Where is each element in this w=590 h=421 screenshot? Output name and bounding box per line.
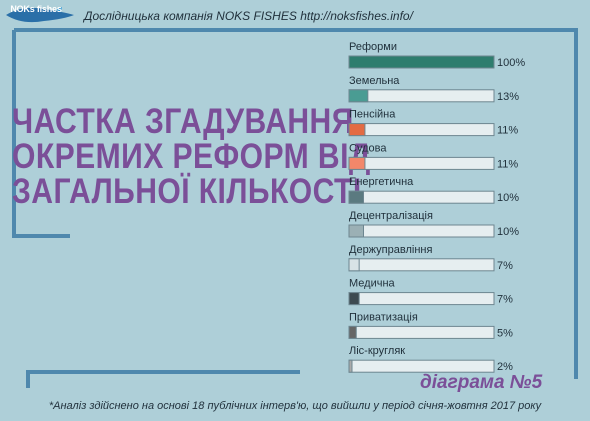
category-label: Пенсійна [349,109,396,121]
value-label: 13% [497,91,519,103]
bar [348,359,353,373]
value-label: 11% [497,158,518,170]
footnote: *Аналіз здійснено на основі 18 публічних… [48,400,542,412]
bar-track [348,89,495,103]
bar-track [348,292,495,306]
category-label: Енергетична [349,176,414,188]
category-label: Реформи [349,41,397,53]
category-label: Земельна [349,75,400,87]
bar-track [348,359,495,373]
bar [348,89,369,103]
bar-track [348,190,495,204]
bar [348,190,364,204]
value-label: 100% [497,57,525,69]
bar-track [348,325,495,339]
bar [348,55,495,69]
value-label: 11% [497,125,518,137]
bar [348,123,366,137]
bar-chart: Реформи 100% Земельна 13% Пенсійна 11% Судова 1… [348,41,525,373]
category-label: Приватизація [349,311,418,323]
bar-track [348,224,495,238]
bar [348,325,357,339]
bar [348,258,360,272]
category-label: Судова [349,142,387,154]
bar-track [348,156,495,170]
value-label: 10% [497,192,519,204]
bar-track [348,123,495,137]
category-label: Медична [349,278,396,290]
value-label: 5% [497,327,513,339]
category-label: Держуправління [349,244,432,256]
category-label: Ліс-кругляк [349,345,405,357]
value-label: 7% [497,294,513,306]
category-label: Децентралізація [349,210,433,222]
bar-track [348,258,495,272]
chart-number-label: діаграма №5 [420,372,543,393]
value-label: 10% [497,226,519,238]
bar [348,292,360,306]
value-label: 7% [497,260,513,272]
bar [348,224,364,238]
bar [348,156,366,170]
